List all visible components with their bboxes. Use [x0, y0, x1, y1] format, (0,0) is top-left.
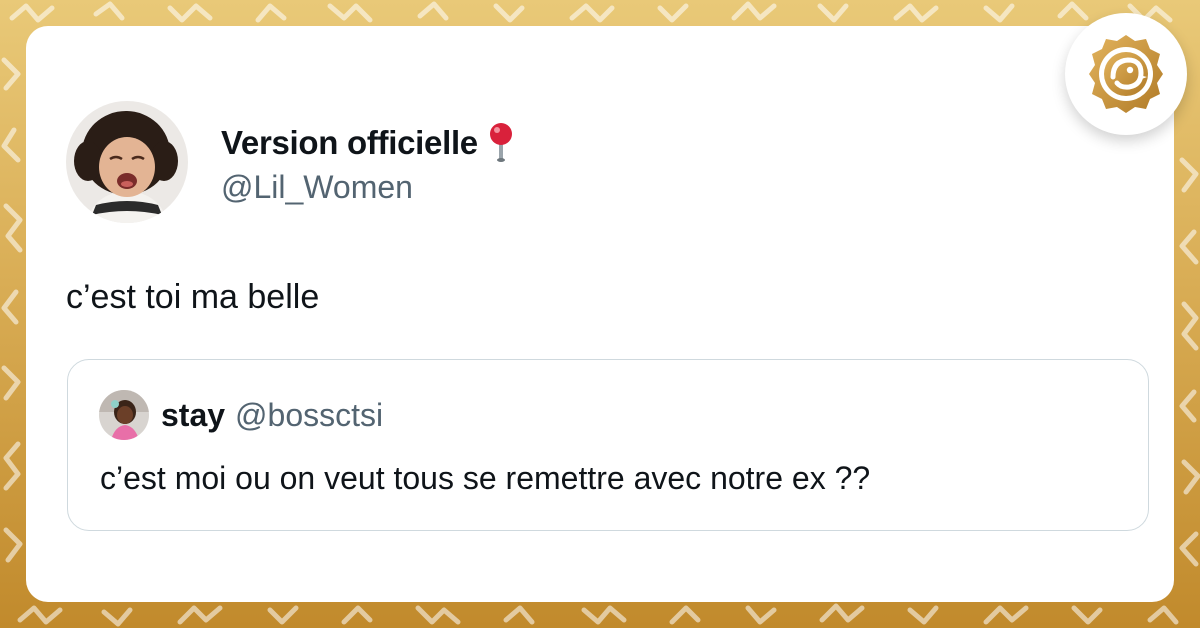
tweet-text: c’est toi ma belle	[66, 278, 320, 316]
quoted-display-name[interactable]: stay	[161, 397, 225, 434]
quoted-handle[interactable]: @bossctsi	[235, 397, 383, 434]
display-name-row: Version officielle	[221, 119, 514, 167]
crying-toddler-avatar-image	[66, 101, 188, 223]
tweet-author: Version officielle @Lil_Women	[66, 101, 514, 223]
quoted-tweet-header: stay @bossctsi	[99, 390, 383, 440]
author-names: Version officielle @Lil_Women	[221, 119, 514, 206]
tweet-card: Version officielle @Lil_Women c’est toi …	[26, 26, 1174, 602]
round-pushpin-icon	[488, 122, 514, 164]
child-photo-avatar-image	[99, 390, 149, 440]
quoted-author-avatar[interactable]	[99, 390, 149, 440]
gold-seal-logo-icon	[1089, 35, 1163, 113]
author-avatar[interactable]	[66, 101, 188, 223]
quoted-tweet[interactable]: stay @bossctsi c’est moi ou on veut tous…	[67, 359, 1149, 531]
brand-badge	[1065, 13, 1187, 135]
author-handle[interactable]: @Lil_Women	[221, 169, 514, 206]
author-display-name[interactable]: Version officielle	[221, 124, 478, 162]
quoted-tweet-text: c’est moi ou on veut tous se remettre av…	[100, 460, 871, 496]
